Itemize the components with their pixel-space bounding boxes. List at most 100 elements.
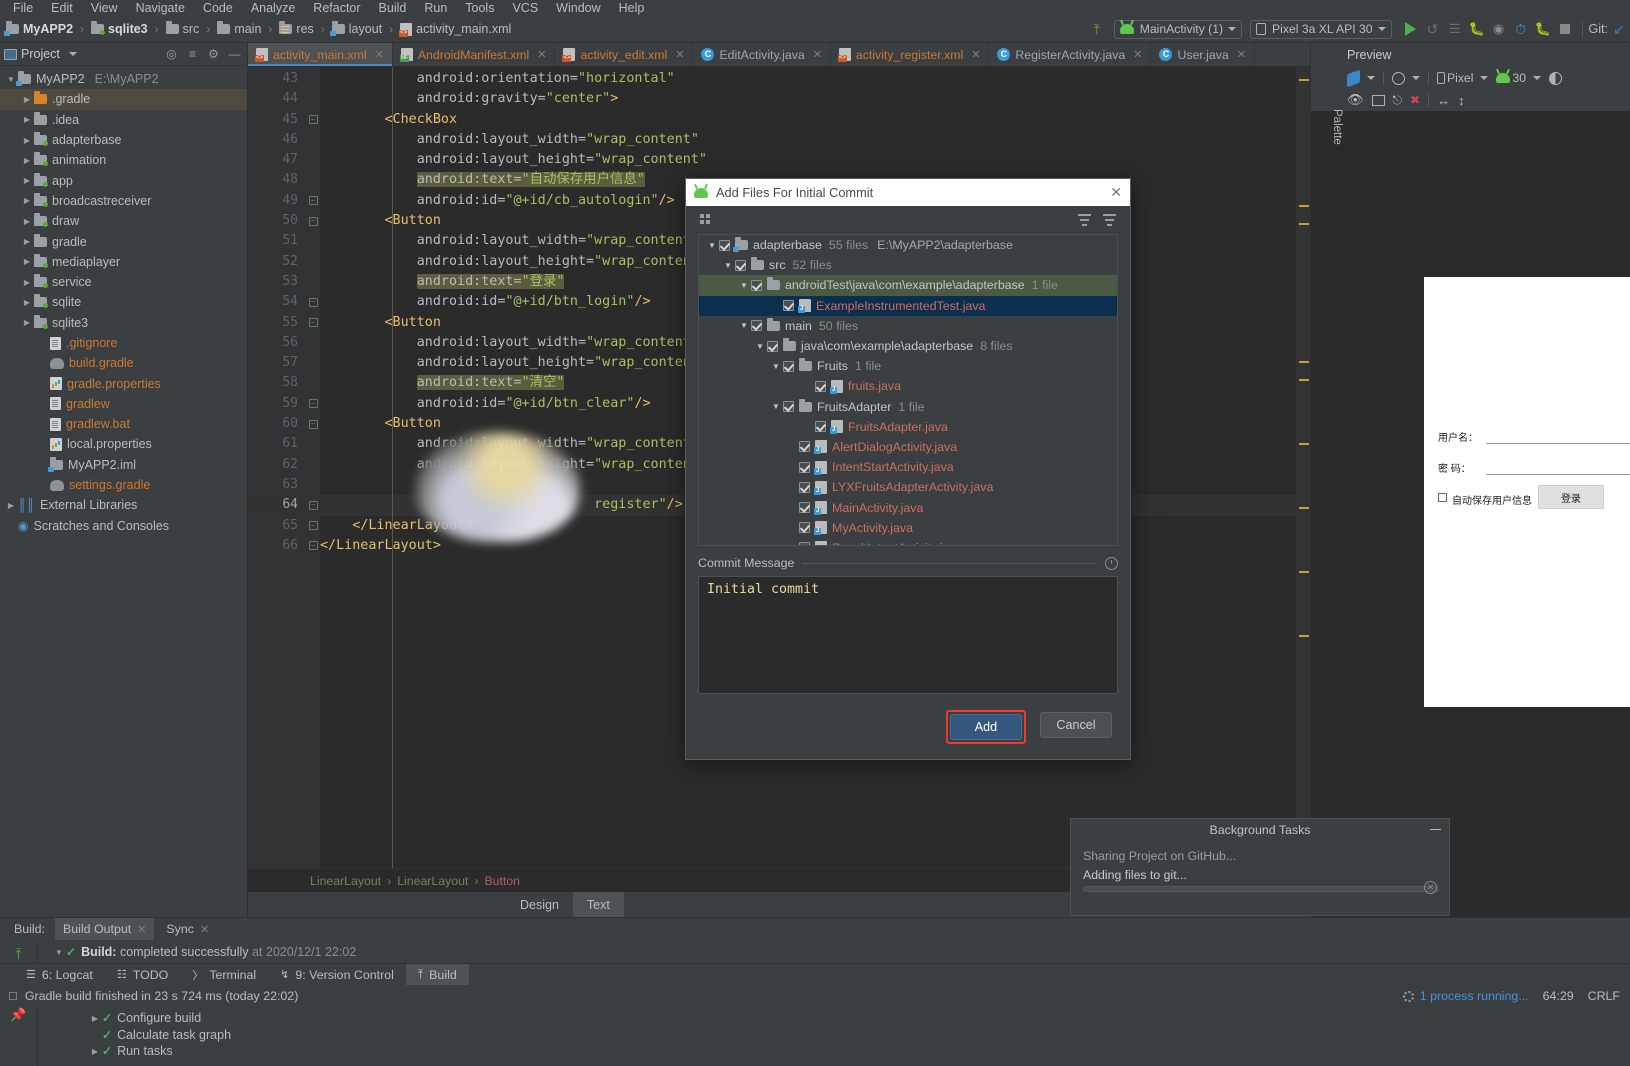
fold-marker[interactable]: − <box>306 313 320 333</box>
chevron-right-icon[interactable]: ▶ <box>4 501 18 510</box>
palette-strip[interactable]: Palette <box>1327 66 1343 176</box>
preview-login-button[interactable]: 登录 <box>1538 485 1604 509</box>
project-tree-node[interactable]: ◉ Scratches and Consoles <box>0 516 247 536</box>
add-button[interactable]: Add <box>950 714 1022 740</box>
resize-vertical-button[interactable]: ↕ <box>1458 93 1465 108</box>
close-icon[interactable]: ✕ <box>375 48 384 61</box>
chevron-down-icon[interactable]: ▼ <box>753 342 767 351</box>
dialog-tree-node[interactable]: ▼ Fruits 1 file <box>699 356 1117 376</box>
caret-position[interactable]: 64:29 <box>1543 989 1574 1003</box>
commit-message-input[interactable]: Initial commit <box>698 576 1118 694</box>
device-preview-surface[interactable]: 用户名： 密 码： 自动保存用户信息 登录 <box>1424 277 1630 707</box>
fold-marker[interactable]: − <box>306 414 320 434</box>
stop-button[interactable] <box>1554 18 1576 40</box>
file-checkbox[interactable] <box>799 542 810 545</box>
chevron-down-icon[interactable]: ▼ <box>737 281 751 290</box>
project-tree-node[interactable]: ▶ .idea <box>0 110 247 130</box>
dialog-tree-node[interactable]: LYXFruitsAdapterActivity.java <box>699 477 1117 497</box>
git-update-button[interactable]: ↙ <box>1608 18 1630 40</box>
apply-changes-button[interactable]: ↺ <box>1422 18 1444 40</box>
project-tree-node[interactable]: ▶ .gradle <box>0 89 247 110</box>
breadcrumb-item-project[interactable]: MyAPP2 <box>4 21 75 36</box>
project-tree-node[interactable]: gradlew.bat <box>0 414 247 434</box>
menu-item-tools[interactable]: Tools <box>456 1 503 15</box>
code-line[interactable]: android:gravity="center"> <box>320 89 1296 109</box>
breadcrumb-item-main[interactable]: main <box>215 21 263 36</box>
breadcrumb-item-file[interactable]: activity_main.xml <box>398 22 513 37</box>
tool-window-logcat[interactable]: ☰ 6: Logcat <box>14 964 105 986</box>
close-icon[interactable]: ✕ <box>813 48 822 61</box>
menu-item-build[interactable]: Build <box>370 1 416 15</box>
fold-marker[interactable]: − <box>306 495 320 515</box>
menu-item-run[interactable]: Run <box>415 1 456 15</box>
dialog-tree-node[interactable]: MyActivity.java <box>699 518 1117 538</box>
close-icon[interactable]: ✕ <box>1237 48 1246 61</box>
chevron-right-icon[interactable]: ▶ <box>20 115 34 124</box>
chevron-right-icon[interactable]: ▶ <box>20 196 34 205</box>
dialog-tree-node[interactable]: ▼ adapterbase 55 files E:\MyAPP2\adapterbas… <box>699 235 1117 255</box>
breadcrumb-item-res[interactable]: res <box>277 21 315 36</box>
build-output-node[interactable]: ▼ ✓ Build: completed successfully at 2020/… <box>38 944 1630 961</box>
editor-tab[interactable]: activity_main.xml ✕ <box>248 43 393 66</box>
fold-marker[interactable]: − <box>306 394 320 414</box>
menu-item-window[interactable]: Window <box>547 1 609 15</box>
fold-marker[interactable]: − <box>306 211 320 231</box>
fold-marker[interactable]: − <box>306 110 320 130</box>
project-tree-node[interactable]: ▶ animation <box>0 150 247 170</box>
tab-text[interactable]: Text <box>572 892 624 917</box>
file-checkbox[interactable] <box>719 239 730 251</box>
chevron-down-icon[interactable]: ▼ <box>769 402 783 411</box>
project-tree-node[interactable]: .gitignore <box>0 333 247 353</box>
tool-window-todo[interactable]: ☷ TODO <box>105 964 180 986</box>
fold-marker[interactable]: − <box>306 516 320 536</box>
dialog-tree-node[interactable]: ResultIntentActivity.java <box>699 538 1117 545</box>
file-checkbox[interactable] <box>799 522 810 534</box>
chevron-right-icon[interactable]: ▶ <box>20 176 34 185</box>
breadcrumb-item-module[interactable]: sqlite3 <box>89 21 150 36</box>
file-checkbox[interactable] <box>767 340 778 352</box>
gear-icon[interactable]: ⚙ <box>205 46 222 63</box>
close-icon[interactable]: ✕ <box>675 48 684 61</box>
menu-item-view[interactable]: View <box>82 1 127 15</box>
chevron-right-icon[interactable]: ▶ <box>20 318 34 327</box>
minimize-icon[interactable] <box>1430 829 1441 830</box>
chevron-down-icon[interactable]: ▼ <box>769 362 783 371</box>
chevron-right-icon[interactable]: ▶ <box>20 257 34 266</box>
logcat-button[interactable]: ☰ <box>1444 18 1466 40</box>
file-checkbox[interactable] <box>799 502 810 514</box>
dialog-file-tree[interactable]: ▼ adapterbase 55 files E:\MyAPP2\adapterbas… <box>698 234 1118 546</box>
editor-tab[interactable]: activity_register.xml ✕ <box>831 43 990 66</box>
chevron-down-icon[interactable]: ▼ <box>721 261 735 270</box>
project-tree-node[interactable]: build.gradle <box>0 353 247 373</box>
dialog-tree-node[interactable]: AlertDialogActivity.java <box>699 437 1117 457</box>
project-tree-node[interactable]: ▶ sqlite3 <box>0 313 247 333</box>
file-checkbox[interactable] <box>799 481 810 493</box>
dialog-tree-node[interactable]: ▼ src 52 files <box>699 255 1117 275</box>
close-icon[interactable]: ✕ <box>137 923 146 936</box>
error-stripe-marks[interactable] <box>1296 67 1310 868</box>
profiler-button[interactable]: ⏱ <box>1510 18 1532 40</box>
dialog-tree-node[interactable]: ▼ java\com\example\adapterbase 8 files <box>699 336 1117 356</box>
dialog-tree-node[interactable]: ExampleInstrumentedTest.java <box>699 295 1117 316</box>
make-project-button[interactable]: ⤒ <box>1086 18 1108 40</box>
dialog-tree-node[interactable]: MainActivity.java <box>699 497 1117 517</box>
dialog-tree-node[interactable]: IntentStartActivity.java <box>699 457 1117 477</box>
project-tree-node[interactable]: ▼ MyAPP2 E:\MyAPP2 <box>0 69 247 89</box>
project-tree-node[interactable]: ▶ broadcastreceiver <box>0 191 247 211</box>
menu-item-analyze[interactable]: Analyze <box>242 1 304 15</box>
build-output-node[interactable]: ▶ ✓ Configure build <box>38 1010 1630 1027</box>
menu-item-refactor[interactable]: Refactor <box>304 1 369 15</box>
preview-username-field[interactable] <box>1486 443 1630 444</box>
editor-tab[interactable]: AndroidManifest.xml ✕ <box>393 43 556 66</box>
code-line[interactable]: android:layout_height="wrap_content" <box>320 150 1296 170</box>
rerun-hammer-icon[interactable]: ⤒ <box>15 946 22 963</box>
file-checkbox[interactable] <box>783 300 794 312</box>
code-line[interactable]: android:orientation="horizontal" <box>320 69 1296 89</box>
project-tree-node[interactable]: ▶ service <box>0 272 247 292</box>
device-selector[interactable]: Pixel 3a XL API 30 <box>1250 19 1392 39</box>
project-tree-node[interactable]: gradle.properties <box>0 373 247 393</box>
debug-button[interactable]: 🐛 <box>1466 18 1488 40</box>
dialog-tree-node[interactable]: ▼ FruitsAdapter 1 file <box>699 397 1117 417</box>
project-tree-node[interactable]: ▶ mediaplayer <box>0 252 247 272</box>
editor-tab[interactable]: activity_edit.xml ✕ <box>555 43 694 66</box>
